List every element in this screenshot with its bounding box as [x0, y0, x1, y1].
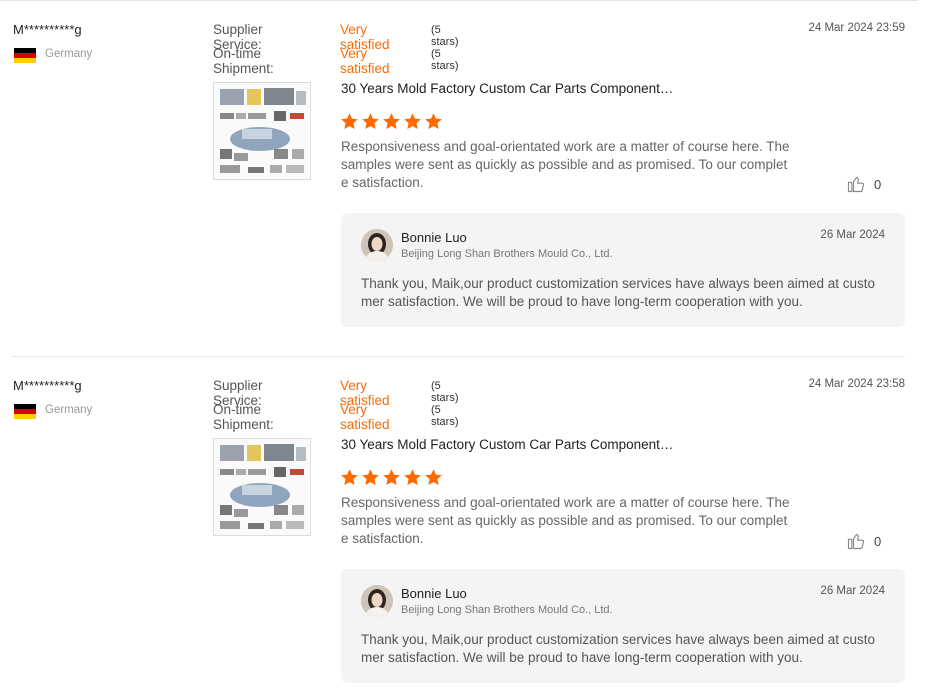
star-icon — [404, 113, 421, 130]
rating-stars-text: (5 stars) — [431, 380, 459, 404]
star-icon — [425, 469, 442, 486]
product-title-link[interactable]: 30 Years Mold Factory Custom Car Parts C… — [341, 81, 673, 96]
like-button[interactable]: 0 — [846, 174, 881, 194]
product-title-link[interactable]: 30 Years Mold Factory Custom Car Parts C… — [341, 437, 673, 452]
avatar — [361, 229, 393, 261]
review-date: 24 Mar 2024 23:58 — [808, 378, 905, 390]
replier-name: Bonnie Luo — [401, 586, 467, 601]
thumbs-up-icon — [847, 176, 865, 193]
star-icon — [341, 469, 358, 486]
reply-text: Thank you, Maik,our product customizatio… — [361, 276, 876, 309]
star-icon — [404, 469, 421, 486]
supplier-reply: Bonnie Luo Beijing Long Shan Brothers Mo… — [341, 569, 905, 683]
product-thumbnail[interactable] — [213, 438, 311, 536]
review-text: Responsiveness and goal-orientated work … — [341, 495, 790, 546]
rating-label: On-time Shipment: — [213, 402, 274, 432]
star-rating — [340, 112, 443, 131]
star-icon — [383, 469, 400, 486]
reply-date: 26 Mar 2024 — [820, 585, 885, 597]
star-icon — [341, 113, 358, 130]
germany-flag-icon — [14, 404, 36, 419]
product-thumbnail[interactable] — [213, 82, 311, 180]
buyer-name: M**********g — [13, 22, 82, 37]
star-icon — [425, 113, 442, 130]
buyer-name: M**********g — [13, 378, 82, 393]
thumbs-up-icon — [847, 533, 865, 550]
review-card: M**********g Germany Supplier Service: V… — [0, 0, 932, 340]
germany-flag-icon — [14, 48, 36, 63]
avatar — [361, 585, 393, 617]
rating-stars-text: (5 stars) — [431, 404, 459, 428]
review-card: M**********g Germany Supplier Service: V… — [0, 356, 932, 696]
review-text: Responsiveness and goal-orientated work … — [341, 139, 790, 190]
review-date: 24 Mar 2024 23:59 — [808, 22, 905, 34]
rating-stars-text: (5 stars) — [431, 48, 459, 72]
replier-name: Bonnie Luo — [401, 230, 467, 245]
like-count: 0 — [874, 176, 882, 192]
star-icon — [362, 469, 379, 486]
buyer-country: Germany — [45, 48, 93, 60]
rating-label: On-time Shipment: — [213, 46, 274, 76]
buyer-country: Germany — [45, 404, 93, 416]
star-rating — [340, 468, 443, 487]
rating-value: Very satisfied — [340, 402, 390, 432]
replier-company: Beijing Long Shan Brothers Mould Co., Lt… — [401, 248, 613, 260]
replier-company: Beijing Long Shan Brothers Mould Co., Lt… — [401, 604, 613, 616]
like-button[interactable]: 0 — [846, 531, 881, 551]
star-icon — [362, 113, 379, 130]
rating-stars-text: (5 stars) — [431, 24, 459, 48]
like-count: 0 — [874, 533, 882, 549]
reply-text: Thank you, Maik,our product customizatio… — [361, 632, 876, 665]
supplier-reply: Bonnie Luo Beijing Long Shan Brothers Mo… — [341, 213, 905, 327]
rating-value: Very satisfied — [340, 46, 390, 76]
star-icon — [383, 113, 400, 130]
reply-date: 26 Mar 2024 — [820, 229, 885, 241]
